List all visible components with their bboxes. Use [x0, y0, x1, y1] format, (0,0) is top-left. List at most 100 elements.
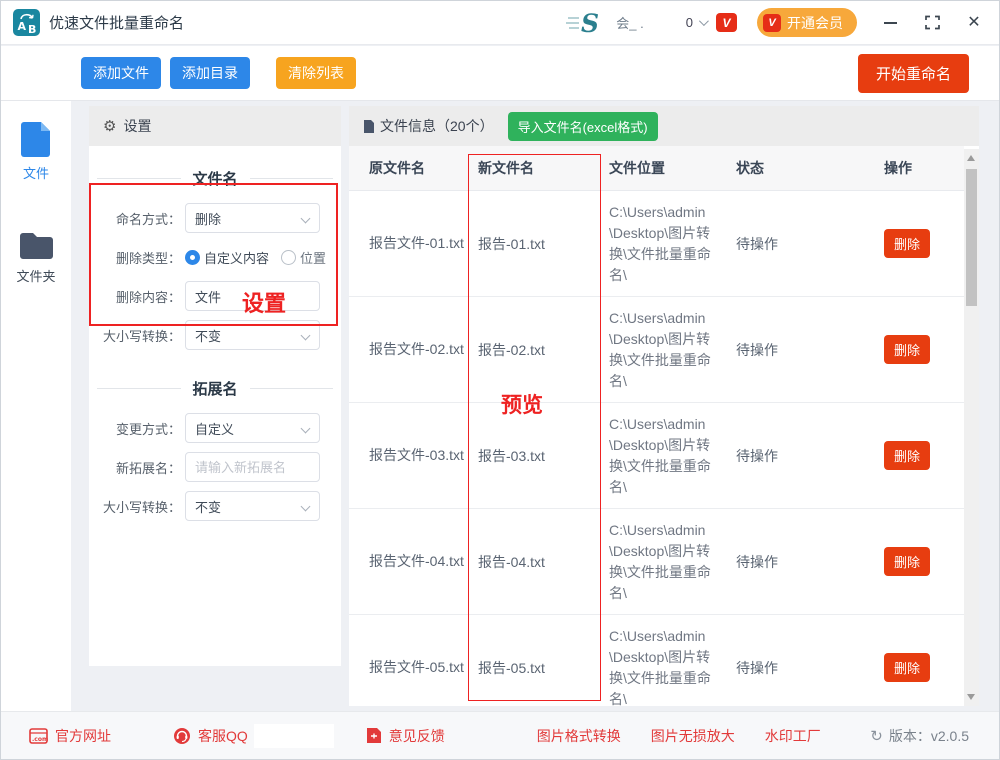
minimize-button[interactable]: [881, 14, 899, 32]
file-status: 待操作: [736, 235, 778, 252]
feedback-link[interactable]: 意见反馈: [366, 726, 445, 746]
footer: .com 官方网址 客服QQ 意见反馈 图片格式转换 图片无损放大 水印工厂 ↻…: [1, 711, 999, 759]
add-file-button[interactable]: 添加文件: [81, 57, 161, 89]
file-info-header: 文件信息（20个） 导入文件名(excel格式): [349, 106, 979, 146]
delete-row-button[interactable]: 删除: [884, 229, 931, 258]
action-cell: 删除: [849, 653, 964, 682]
app-logo-icon: A B: [13, 9, 40, 36]
table-header-row: 原文件名 新文件名 文件位置 状态 操作: [349, 146, 964, 191]
action-cell: 删除: [849, 547, 964, 576]
account-chevron-down-icon[interactable]: [698, 16, 709, 27]
extension-section-title: 拓展名: [97, 378, 333, 399]
brand-s-icon: S: [566, 10, 599, 36]
delete-content-input[interactable]: [185, 281, 320, 311]
original-filename: 报告文件-03.txt: [369, 447, 464, 463]
sidebar-item-folder[interactable]: 文件夹: [1, 230, 71, 285]
original-filename: 报告文件-05.txt: [369, 659, 464, 675]
table-row: 报告文件-01.txt 报告-01.txt C:\Users\admin\Deskt…: [349, 191, 964, 297]
action-cell: 删除: [849, 441, 964, 470]
folder-icon: [19, 233, 53, 259]
sidebar-item-file[interactable]: 文件: [1, 119, 71, 182]
file-info-title: 文件信息（20个）: [380, 118, 494, 134]
settings-panel: ⚙ 设置 文件名 命名方式： 删除 删除类型： 自定义内容 位置 删除内容： 文…: [89, 106, 341, 666]
delete-row-button[interactable]: 删除: [884, 441, 931, 470]
refresh-icon[interactable]: ↻: [870, 727, 883, 745]
col-action: 操作: [884, 160, 912, 176]
svg-text:A: A: [18, 20, 27, 33]
scroll-up-icon[interactable]: [967, 155, 975, 161]
file-location: C:\Users\admin\Desktop\图片转换\文件批量重命名\: [609, 309, 711, 389]
delete-row-button[interactable]: 删除: [884, 335, 931, 364]
scrollbar-thumb[interactable]: [966, 169, 977, 306]
account-count[interactable]: 0: [686, 15, 693, 30]
original-filename: 报告文件-01.txt: [369, 235, 464, 251]
maximize-button[interactable]: [923, 14, 941, 32]
app-window: A B 优速文件批量重命名 S 会_ . 0 V V 开通会员 ✕ 添加文件 添…: [0, 0, 1000, 760]
customer-qq-link[interactable]: 客服QQ: [173, 726, 248, 746]
scroll-down-icon[interactable]: [967, 694, 975, 700]
vip-mini-icon: V: [763, 13, 781, 32]
delete-row-button[interactable]: 删除: [884, 547, 931, 576]
file-status: 待操作: [736, 553, 778, 570]
official-site-link[interactable]: .com 官方网址: [29, 726, 111, 746]
col-original-name: 原文件名: [369, 159, 425, 176]
delete-row-button[interactable]: 删除: [884, 653, 931, 682]
image-lossless-enlarge-link[interactable]: 图片无损放大: [651, 726, 735, 746]
original-filename: 报告文件-02.txt: [369, 341, 464, 357]
case-convert-select[interactable]: 不变: [185, 320, 320, 350]
file-location: C:\Users\admin\Desktop\图片转换\文件批量重命名\: [609, 627, 711, 707]
titlebar: A B 优速文件批量重命名 S 会_ . 0 V V 开通会员 ✕: [1, 1, 999, 45]
chevron-down-icon: [300, 213, 311, 224]
website-icon: .com: [29, 727, 48, 744]
sidebar: 文件 文件夹: [1, 101, 71, 713]
svg-text:S: S: [581, 10, 599, 36]
new-filename: 报告-01.txt: [478, 235, 545, 252]
file-location: C:\Users\admin\Desktop\图片转换\文件批量重命名\: [609, 415, 711, 495]
file-info-icon: [363, 119, 375, 134]
col-location: 文件位置: [609, 159, 665, 176]
action-cell: 删除: [849, 229, 964, 258]
chevron-down-icon: [300, 423, 311, 434]
change-method-select[interactable]: 自定义: [185, 413, 320, 443]
open-vip-button[interactable]: V 开通会员: [757, 8, 857, 37]
table-row: 报告文件-05.txt 报告-05.txt C:\Users\admin\Deskt…: [349, 615, 964, 706]
action-cell: 删除: [849, 335, 964, 364]
new-extension-label: 新拓展名：: [115, 460, 181, 476]
naming-method-select[interactable]: 删除: [185, 203, 320, 233]
qq-number-blank: [253, 723, 334, 748]
vip-badge-icon: V: [716, 13, 737, 32]
gear-icon: ⚙: [103, 118, 117, 135]
svg-text:B: B: [28, 23, 36, 36]
start-rename-button[interactable]: 开始重命名: [857, 53, 969, 93]
clear-list-button[interactable]: 清除列表: [276, 57, 356, 89]
radio-position[interactable]: [281, 249, 297, 265]
toolbar: 添加文件 添加目录 清除列表 开始重命名: [1, 46, 999, 101]
table-scrollbar[interactable]: [964, 149, 979, 706]
new-filename: 报告-02.txt: [478, 341, 545, 358]
ext-case-convert-label: 大小写转换：: [102, 499, 181, 515]
delete-type-label: 删除类型：: [115, 250, 181, 266]
filename-section-title: 文件名: [97, 168, 333, 189]
version-info: ↻ 版本：v2.0.5: [870, 727, 969, 745]
file-icon: [20, 122, 50, 157]
new-extension-input[interactable]: [185, 452, 320, 482]
table-row: 报告文件-04.txt 报告-04.txt C:\Users\admin\Deskt…: [349, 509, 964, 615]
table-row: 报告文件-02.txt 报告-02.txt C:\Users\admin\Deskt…: [349, 297, 964, 403]
table-row: 报告文件-03.txt 报告-03.txt C:\Users\admin\Deskt…: [349, 403, 964, 509]
new-filename: 报告-04.txt: [478, 553, 545, 570]
file-status: 待操作: [736, 447, 778, 464]
file-location: C:\Users\admin\Desktop\图片转换\文件批量重命名\: [609, 521, 711, 601]
watermark-factory-link[interactable]: 水印工厂: [765, 726, 821, 746]
image-format-convert-link[interactable]: 图片格式转换: [537, 726, 621, 746]
chevron-down-icon: [300, 330, 311, 341]
radio-custom-content[interactable]: [185, 249, 200, 265]
close-button[interactable]: ✕: [965, 14, 983, 32]
svg-text:.com: .com: [32, 736, 48, 743]
delete-content-label: 删除内容：: [115, 289, 181, 305]
col-new-name: 新文件名: [478, 160, 534, 176]
account-text: 会_ .: [616, 16, 644, 31]
file-status: 待操作: [736, 659, 778, 676]
ext-case-convert-select[interactable]: 不变: [185, 491, 320, 521]
add-directory-button[interactable]: 添加目录: [170, 57, 250, 89]
import-filenames-button[interactable]: 导入文件名(excel格式): [507, 111, 658, 141]
